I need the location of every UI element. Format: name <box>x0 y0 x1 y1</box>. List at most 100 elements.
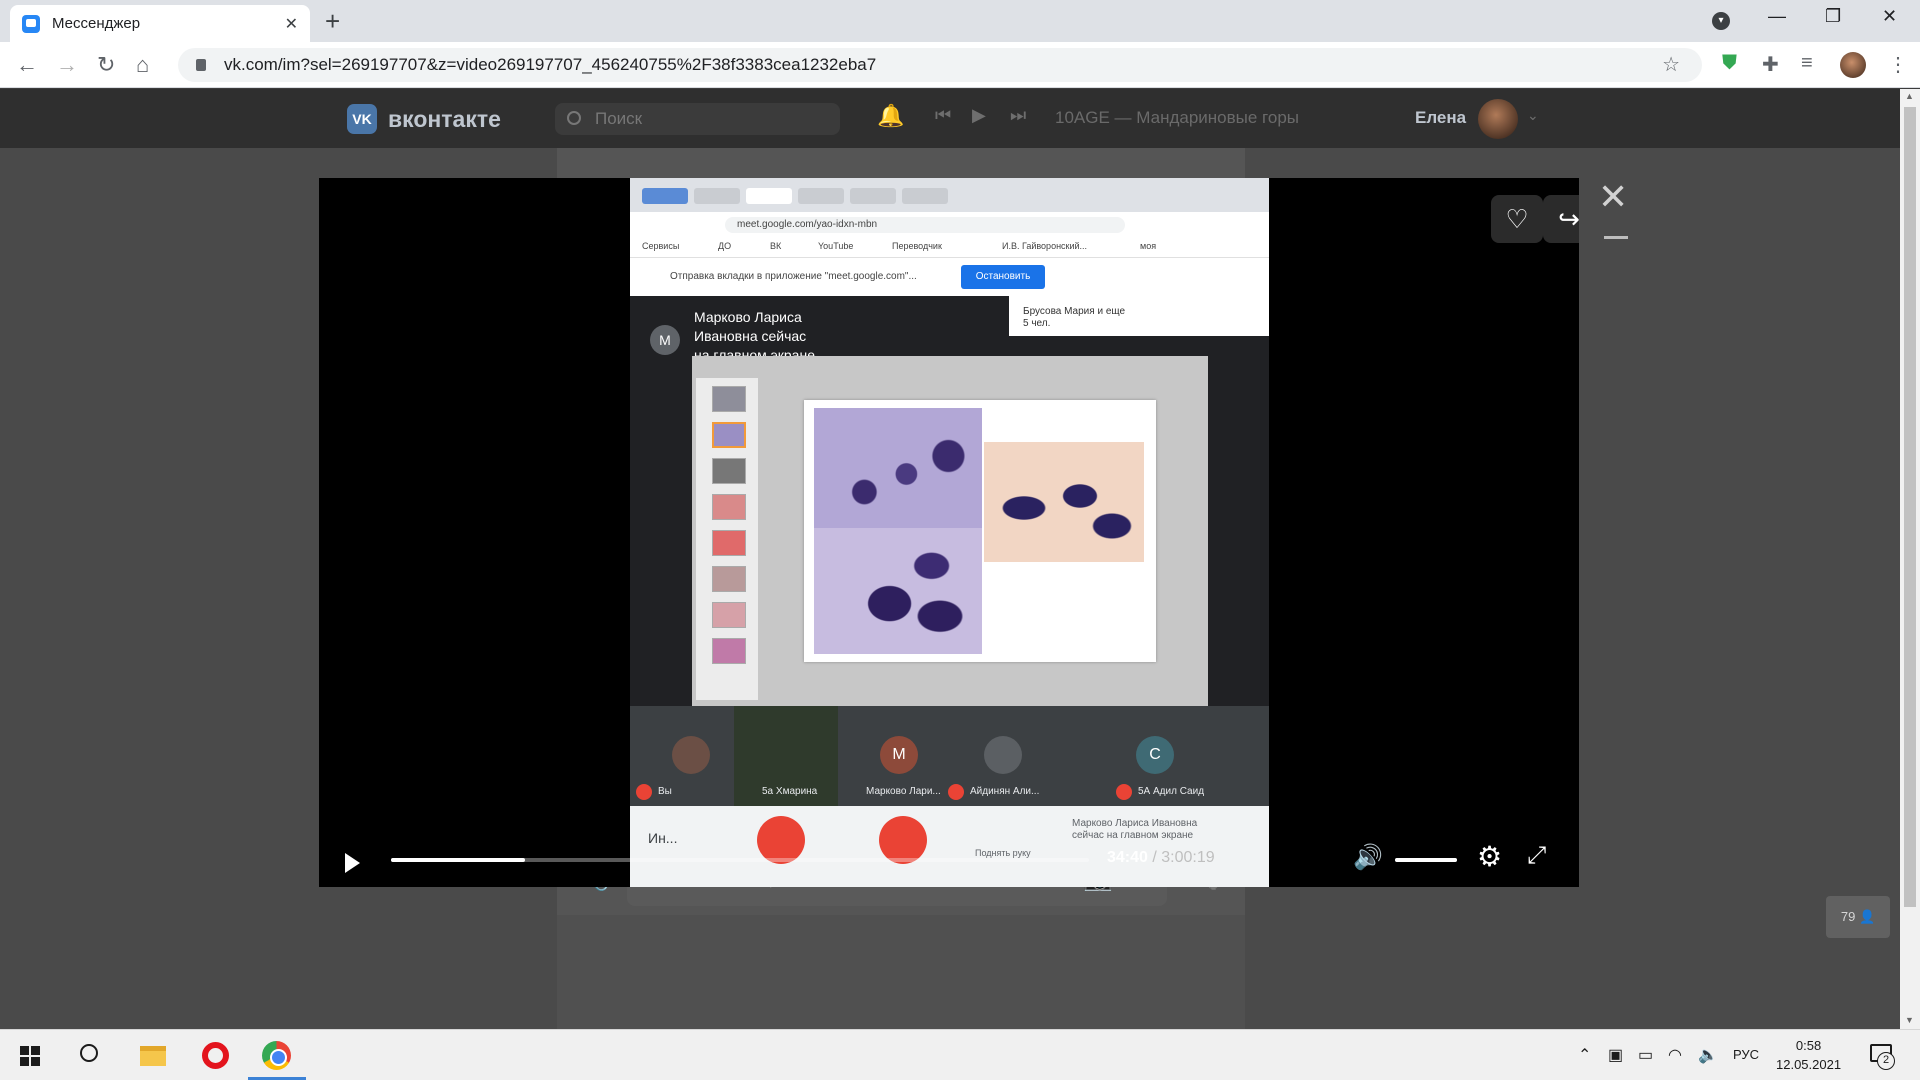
tray-chevron-up-icon[interactable]: ⌃ <box>1578 1045 1591 1065</box>
frame-current-slide <box>804 400 1156 662</box>
histology-image <box>814 408 982 528</box>
shield-extension-icon[interactable]: ⛊ <box>1722 52 1737 75</box>
previous-track-icon[interactable]: ⏮ <box>935 105 951 126</box>
frame-meeting-info: Ин... <box>648 830 678 846</box>
new-tab-button[interactable]: + <box>325 6 340 37</box>
taskbar-search-icon[interactable] <box>80 1044 98 1062</box>
maximize-button[interactable]: ❐ <box>1825 6 1841 27</box>
vk-logo-icon[interactable]: VK <box>347 104 377 134</box>
participant-name: Айдинян Али... <box>970 786 1040 797</box>
play-icon[interactable] <box>345 853 360 873</box>
frame-tab <box>850 188 896 204</box>
mic-muted-icon <box>948 784 964 800</box>
chevron-down-icon[interactable]: ⌄ <box>1527 107 1539 124</box>
vk-brand-name[interactable]: вконтакте <box>388 106 501 133</box>
slide-thumbnail <box>712 494 746 520</box>
wifi-icon[interactable]: ◠ <box>1668 1045 1682 1065</box>
tab-close-icon[interactable]: ✕ <box>285 14 298 34</box>
input-language[interactable]: РУС <box>1733 1047 1759 1062</box>
bookmark-star-icon[interactable]: ☆ <box>1662 52 1680 77</box>
reload-icon[interactable]: ↻ <box>97 52 115 78</box>
slide-thumbnail <box>712 386 746 412</box>
chrome-menu-icon[interactable]: ⋮ <box>1888 52 1908 77</box>
participant-name: 5А Адил Саид <box>1138 786 1205 797</box>
clock-date: 12.05.2021 <box>1776 1057 1842 1072</box>
lock-icon[interactable] <box>196 59 206 71</box>
vk-user-name[interactable]: Елена <box>1415 108 1466 128</box>
scroll-up-arrow-icon[interactable]: ▲ <box>1905 91 1914 101</box>
chrome-browser-icon[interactable] <box>262 1041 291 1070</box>
speaker-icon[interactable]: 🔈 <box>1698 1045 1718 1065</box>
volume-slider[interactable] <box>1395 858 1457 862</box>
tray-app-icon[interactable]: ▣ <box>1608 1045 1623 1065</box>
taskbar-clock[interactable]: 0:58 12.05.2021 <box>1776 1036 1841 1074</box>
frame-tab <box>694 188 740 204</box>
participant-tile: С 5А Адил Саид <box>1046 706 1269 806</box>
browser-tabstrip: Мессенджер ✕ + ▾ — ❐ ✕ <box>0 0 1920 42</box>
frame-address-bar: meet.google.com/yao-idxn-mbn <box>630 212 1269 236</box>
volume-icon[interactable]: 🔊 <box>1353 843 1383 872</box>
slide-thumbnail <box>712 422 746 448</box>
play-track-icon[interactable]: ▶ <box>972 105 986 126</box>
frame-share-text: Отправка вкладки в приложение "meet.goog… <box>670 271 917 282</box>
progress-bar[interactable] <box>391 858 1089 862</box>
participant-name: Вы <box>658 786 672 797</box>
like-heart-icon[interactable]: ♡ <box>1491 195 1543 243</box>
forward-icon[interactable]: → <box>56 52 78 78</box>
scroll-thumb[interactable] <box>1904 107 1916 907</box>
close-window-button[interactable]: ✕ <box>1882 6 1897 27</box>
vk-user-avatar[interactable] <box>1478 99 1518 139</box>
viewers-count-badge[interactable]: 79 👤 <box>1826 896 1890 938</box>
opera-browser-icon[interactable] <box>202 1042 229 1069</box>
minimize-button[interactable]: — <box>1768 6 1786 27</box>
frame-bookmark: Переводчик <box>892 241 942 251</box>
profile-avatar[interactable] <box>1840 52 1866 78</box>
frame-tab <box>902 188 948 204</box>
timecode: 34:40 / 3:00:19 <box>1107 849 1215 867</box>
frame-stop-button: Остановить <box>961 265 1045 289</box>
now-playing-track[interactable]: 10AGE — Мандариновые горы <box>1055 108 1299 128</box>
extensions-puzzle-icon[interactable]: ✚ <box>1762 52 1779 77</box>
participant-name: Марково Лари... <box>866 786 941 797</box>
search-icon <box>567 111 581 125</box>
share-arrow-icon[interactable]: ↪ <box>1543 195 1579 243</box>
frame-camera-off-icon <box>879 816 927 864</box>
vk-search-input[interactable]: Поиск <box>555 103 840 135</box>
frame-shared-presentation <box>692 356 1208 706</box>
page-scrollbar[interactable]: ▲ ▼ <box>1900 89 1920 1029</box>
histology-image <box>984 442 1144 562</box>
address-bar[interactable]: vk.com/im?sel=269197707&z=video269197707… <box>178 48 1702 82</box>
frame-url: meet.google.com/yao-idxn-mbn <box>725 217 1125 233</box>
back-icon[interactable]: ← <box>16 52 38 78</box>
progress-bar-fill <box>391 858 526 862</box>
tab-search-icon[interactable]: ▾ <box>1712 12 1730 30</box>
battery-icon[interactable]: ▭ <box>1638 1045 1653 1065</box>
frame-bookmark: И.В. Гайворонский... <box>1002 241 1088 251</box>
notifications-bell-icon[interactable]: 🔔 <box>877 103 904 129</box>
scroll-down-arrow-icon[interactable]: ▼ <box>1905 1015 1914 1025</box>
frame-mic-off-icon <box>757 816 805 864</box>
frame-participants-label: Брусова Мария и еще 5 чел. <box>1023 306 1126 329</box>
message-composer <box>557 915 1245 1029</box>
current-time: 34:40 <box>1107 849 1148 866</box>
slide-thumbnail <box>712 458 746 484</box>
close-video-icon[interactable]: ✕ <box>1598 176 1628 218</box>
home-icon[interactable]: ⌂ <box>136 52 149 78</box>
volume-slider-fill <box>1395 858 1457 862</box>
frame-bookmark: моя <box>1140 241 1157 251</box>
fullscreen-icon[interactable]: ⤢ <box>1527 842 1546 870</box>
frame-meet-topbar: Брусова Мария и еще 5 чел. <box>1009 296 1269 336</box>
tab-messenger[interactable]: Мессенджер ✕ <box>10 5 310 42</box>
minimize-video-button[interactable] <box>1604 236 1628 239</box>
video-player[interactable]: meet.google.com/yao-idxn-mbn Сервисы ДО … <box>319 178 1579 887</box>
viewers-count: 79 <box>1840 909 1856 924</box>
reading-list-icon[interactable]: ≡ <box>1801 52 1813 75</box>
duration: / 3:00:19 <box>1152 849 1215 866</box>
frame-share-notice: Отправка вкладки в приложение "meet.goog… <box>630 258 1269 296</box>
frame-browser-tabs <box>630 178 1269 212</box>
settings-gear-icon[interactable]: ⚙ <box>1477 840 1502 873</box>
slide-thumbnail <box>712 566 746 592</box>
file-explorer-icon[interactable] <box>140 1046 166 1066</box>
next-track-icon[interactable]: ⏭ <box>1010 105 1026 126</box>
windows-start-icon[interactable] <box>20 1046 40 1066</box>
